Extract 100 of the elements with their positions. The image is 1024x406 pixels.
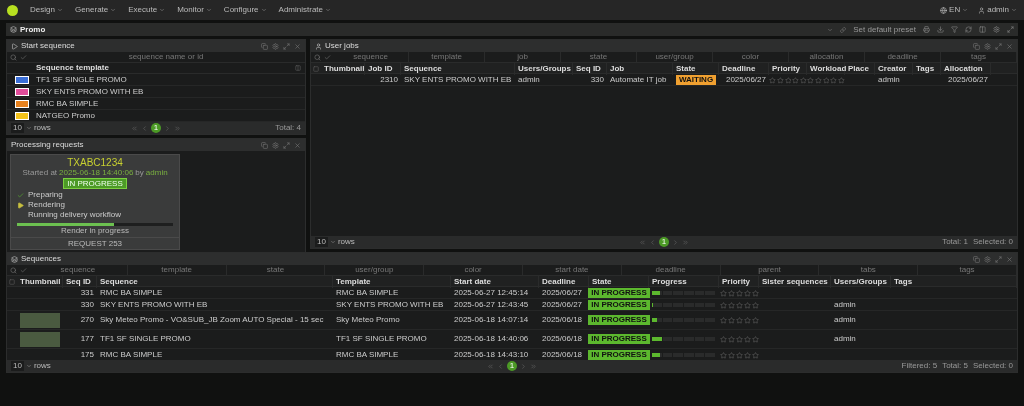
- filter-field[interactable]: parent: [720, 265, 820, 275]
- filter-field[interactable]: tags: [918, 265, 1017, 275]
- nav-menu[interactable]: Configure: [223, 4, 259, 16]
- copy-icon[interactable]: [261, 141, 268, 149]
- set-default-preset-button[interactable]: Set default preset: [853, 23, 916, 36]
- column-header[interactable]: Sister sequences: [762, 276, 828, 288]
- filter-field[interactable]: color: [713, 52, 789, 62]
- close-icon[interactable]: [294, 42, 301, 50]
- star-icon[interactable]: [830, 76, 838, 84]
- filter-field[interactable]: template: [127, 265, 227, 275]
- star-icon[interactable]: [719, 351, 727, 359]
- column-header[interactable]: State: [676, 63, 696, 75]
- last-page-icon[interactable]: [174, 124, 181, 132]
- caret-icon[interactable]: [159, 7, 166, 13]
- star-icon[interactable]: [743, 351, 751, 359]
- column-header[interactable]: Sequence template: [36, 62, 109, 74]
- star-icon[interactable]: [751, 289, 759, 297]
- user-icon[interactable]: [978, 6, 986, 14]
- star-icon[interactable]: [784, 76, 792, 84]
- column-header[interactable]: Deadline: [722, 63, 756, 75]
- search-icon[interactable]: [10, 53, 17, 61]
- column-header[interactable]: Deadline: [542, 276, 576, 288]
- close-icon[interactable]: [1006, 255, 1013, 263]
- template-row[interactable]: SKY ENTS PROMO WITH EB: [7, 86, 305, 98]
- column-header[interactable]: Users/Groups: [518, 63, 571, 75]
- nav-menu[interactable]: Design: [30, 4, 55, 16]
- star-icon[interactable]: [814, 76, 822, 84]
- table-row[interactable]: 270 Sky Meteo Promo - VO&SUB_JB Zoom AUTO Special - 15 sec Sky Meteo Promo 2025-06-18 14:07:14 2025/06/18 IN PROGRESS admin: [7, 311, 1017, 330]
- download-icon[interactable]: [937, 26, 944, 33]
- star-icon[interactable]: [838, 76, 845, 84]
- star-icon[interactable]: [727, 316, 735, 324]
- column-header[interactable]: Users/Groups: [834, 276, 887, 288]
- next-page-icon[interactable]: [672, 238, 679, 246]
- table-row[interactable]: 2310 SKY ENTS PROMO WITH EB admin 330 Automate IT job WAITING 2025/06/27 admin 2025/06/27: [311, 74, 1017, 86]
- star-icon[interactable]: [743, 335, 751, 343]
- column-header[interactable]: Thumbnail: [324, 63, 365, 75]
- star-icon[interactable]: [735, 316, 743, 324]
- page-button[interactable]: 1: [659, 237, 669, 247]
- close-icon[interactable]: [1006, 42, 1013, 50]
- close-icon[interactable]: [294, 141, 301, 149]
- star-icon[interactable]: [735, 335, 743, 343]
- filter-field[interactable]: user/group: [325, 265, 425, 275]
- star-icon[interactable]: [800, 76, 807, 84]
- checkbox-icon[interactable]: [9, 279, 15, 285]
- star-icon[interactable]: [751, 335, 759, 343]
- star-icon[interactable]: [719, 316, 727, 324]
- page-size-select[interactable]: 10: [11, 361, 24, 371]
- star-icon[interactable]: [743, 316, 751, 324]
- template-row[interactable]: TF1 SF SINGLE PROMO: [7, 74, 305, 86]
- search-field[interactable]: sequence name or id: [27, 52, 305, 62]
- column-header[interactable]: Sequence: [100, 276, 138, 288]
- check-icon[interactable]: [20, 266, 27, 274]
- star-icon[interactable]: [743, 289, 751, 297]
- globe-icon[interactable]: [940, 6, 948, 14]
- column-header[interactable]: Seq ID: [576, 63, 601, 75]
- column-header[interactable]: Seq ID: [66, 276, 91, 288]
- settings-icon[interactable]: [272, 42, 279, 50]
- last-page-icon[interactable]: [682, 238, 689, 246]
- star-icon[interactable]: [751, 301, 759, 309]
- page-size-select[interactable]: 10: [315, 237, 328, 247]
- filter-field[interactable]: user/group: [637, 52, 713, 62]
- star-icon[interactable]: [719, 335, 727, 343]
- next-page-icon[interactable]: [520, 362, 527, 370]
- caret-icon[interactable]: [325, 7, 331, 13]
- check-icon[interactable]: [20, 53, 27, 61]
- settings-icon[interactable]: [993, 26, 1000, 33]
- first-page-icon[interactable]: [639, 238, 646, 246]
- column-header[interactable]: State: [592, 276, 612, 288]
- star-icon[interactable]: [792, 76, 800, 84]
- nav-menu[interactable]: Execute: [128, 4, 158, 16]
- maximize-icon[interactable]: [995, 42, 1002, 50]
- previous-page-icon[interactable]: [497, 362, 504, 370]
- star-icon[interactable]: [735, 289, 743, 297]
- filter-field[interactable]: tabs: [819, 265, 919, 275]
- maximize-icon[interactable]: [283, 141, 290, 149]
- last-page-icon[interactable]: [530, 362, 537, 370]
- nav-menu[interactable]: Generate: [74, 4, 109, 16]
- filter-field[interactable]: tags: [941, 52, 1017, 62]
- maximize-icon[interactable]: [283, 42, 290, 50]
- settings-icon[interactable]: [984, 255, 991, 263]
- star-icon[interactable]: [807, 76, 814, 84]
- column-header[interactable]: Place: [848, 63, 869, 75]
- column-header[interactable]: Job ID: [368, 63, 393, 75]
- filter-field[interactable]: color: [424, 265, 523, 275]
- star-icon[interactable]: [719, 301, 727, 309]
- first-page-icon[interactable]: [131, 124, 138, 132]
- columns-icon[interactable]: [295, 65, 301, 71]
- filter-field[interactable]: deadline: [865, 52, 941, 62]
- logo-icon[interactable]: [7, 4, 18, 16]
- page-button[interactable]: 1: [151, 123, 161, 133]
- star-icon[interactable]: [727, 301, 735, 309]
- star-icon[interactable]: [735, 301, 743, 309]
- column-header[interactable]: Allocation: [944, 63, 983, 75]
- page-button[interactable]: 1: [507, 361, 517, 371]
- link-icon[interactable]: [840, 26, 847, 33]
- language-menu[interactable]: EN: [949, 4, 961, 16]
- star-icon[interactable]: [743, 301, 751, 309]
- caret-icon[interactable]: [329, 239, 336, 245]
- nav-menu[interactable]: Monitor: [177, 4, 204, 16]
- filter-field[interactable]: template: [409, 52, 485, 62]
